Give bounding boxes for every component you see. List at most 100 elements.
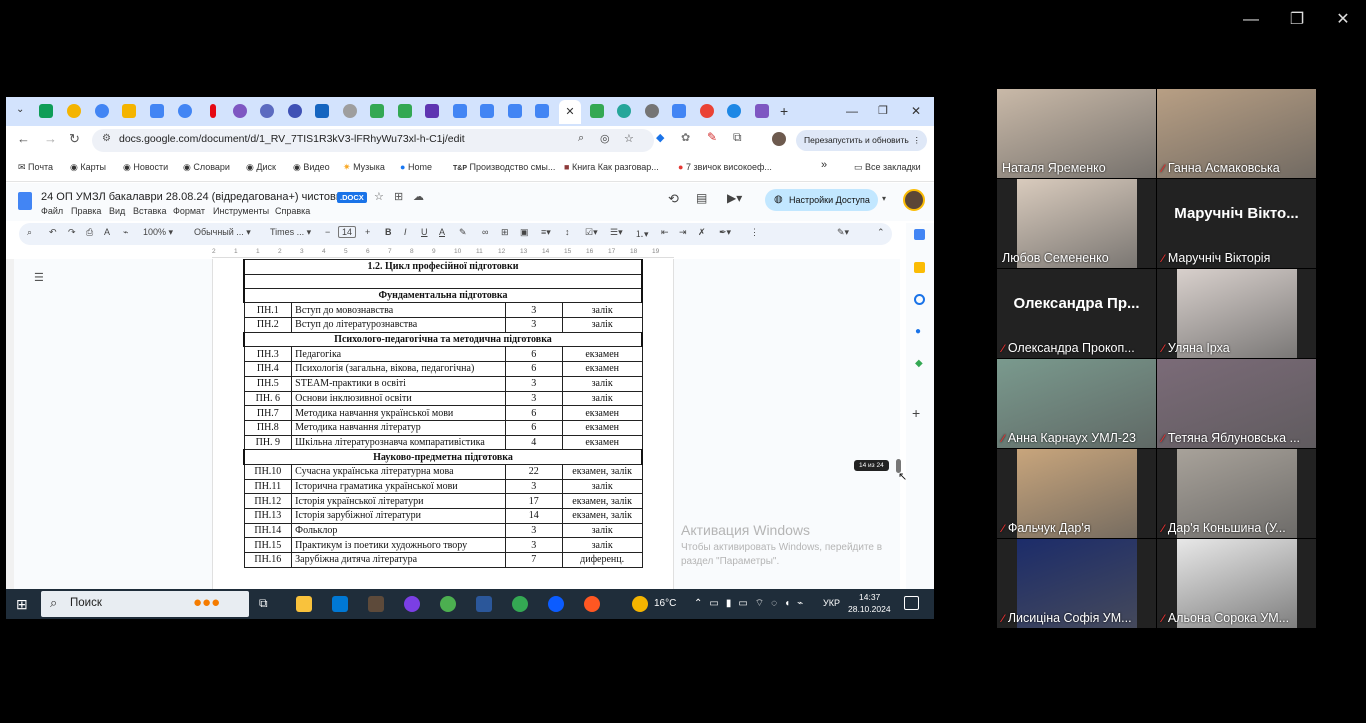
bookmark-mail[interactable]: ✉ Почта <box>18 162 53 173</box>
web-icon[interactable] <box>617 104 631 118</box>
reload-icon[interactable]: ↻ <box>69 131 80 147</box>
bookmark-news[interactable]: ◉ Новости <box>123 162 168 173</box>
bookmark-habits[interactable]: ● 7 звичок високоеф... <box>678 162 772 172</box>
clock-date[interactable]: 28.10.2024 <box>848 604 891 614</box>
docs-icon[interactable] <box>453 104 467 118</box>
menu-format[interactable]: Формат <box>173 206 205 216</box>
tray-icons[interactable]: ⌃▭▮▭⌔◌◖⌁ <box>694 597 810 610</box>
forms-icon[interactable] <box>755 104 769 118</box>
forward-icon[interactable]: → <box>44 131 57 146</box>
participant-tile[interactable]: Наталя Яременко <box>997 89 1156 178</box>
web-icon[interactable] <box>260 104 274 118</box>
drive-icon[interactable] <box>370 104 384 118</box>
task-view-icon[interactable]: ⧉ <box>259 596 275 612</box>
sheets-icon[interactable] <box>39 104 53 118</box>
undo-icon[interactable]: ↶ <box>49 227 57 238</box>
redo-icon[interactable]: ↷ <box>68 227 76 238</box>
google-icon[interactable] <box>700 104 714 118</box>
participant-tile[interactable]: ⁄ Тетяна Яблуновська ... <box>1157 359 1316 448</box>
calendar-icon[interactable] <box>914 229 925 240</box>
participant-tile[interactable]: ⁄ Ганна Асмаковська <box>1157 89 1316 178</box>
collapse-toolbar-icon[interactable]: ⌃ <box>877 227 885 238</box>
indent-increase-icon[interactable]: ⇥ <box>679 227 687 238</box>
language-indicator[interactable]: УКР <box>823 598 840 608</box>
history-icon[interactable]: ⟲ <box>668 191 679 207</box>
drive-icon[interactable] <box>590 104 604 118</box>
docs-icon[interactable] <box>150 104 164 118</box>
highlight-icon[interactable]: ✎ <box>459 227 467 238</box>
meet-icon[interactable]: ▶▾ <box>727 191 742 205</box>
bookmark-dictionaries[interactable]: ◉ Словари <box>183 162 230 173</box>
share-dropdown-icon[interactable]: ▾ <box>882 194 886 203</box>
site-info-icon[interactable]: ⚙ <box>102 133 111 144</box>
participant-tile[interactable]: Любов Семененко <box>997 179 1156 268</box>
bookmark-book[interactable]: ■ Книга Как разговар... <box>564 162 659 172</box>
keep-icon[interactable] <box>914 262 925 273</box>
zoom-icon[interactable]: ⌕ <box>578 132 584 145</box>
star-icon[interactable]: ☆ <box>374 190 384 203</box>
extension-icon[interactable]: ✿ <box>681 131 690 144</box>
font-size-decrease[interactable]: − <box>325 227 330 237</box>
tab-search-icon[interactable]: ⌄ <box>16 104 30 118</box>
clear-format-icon[interactable]: ✗ <box>698 227 706 238</box>
bookmark-star-icon[interactable]: ☆ <box>624 132 634 145</box>
outline-icon[interactable]: ☰ <box>34 271 44 284</box>
share-button[interactable]: ◍ Настройки Доступа <box>765 189 878 211</box>
comments-icon[interactable]: ▤ <box>696 191 707 205</box>
docs-icon[interactable] <box>535 104 549 118</box>
docs-icon[interactable] <box>95 104 109 118</box>
menu-file[interactable]: Файл <box>41 206 63 216</box>
numbered-list-icon[interactable]: ⒈▾ <box>635 227 649 240</box>
web-icon[interactable] <box>343 104 357 118</box>
browser-minimize-icon[interactable]: — <box>846 104 860 118</box>
bookmark-home[interactable]: ● Home <box>400 162 432 172</box>
all-bookmarks[interactable]: ▭ Все закладки <box>854 162 921 173</box>
pen-tool-icon[interactable]: ✒▾ <box>719 227 731 238</box>
participant-tile[interactable]: ⁄ Дар'я Коньшина (У... <box>1157 449 1316 538</box>
bookmark-video[interactable]: ◉ Видео <box>293 162 330 173</box>
relaunch-button[interactable]: Перезапустить и обновить ⋮ <box>796 130 927 151</box>
taskbar-search[interactable]: ⌕ Поиск ●●● <box>41 591 249 617</box>
participant-tile[interactable]: ⁄ Альона Сорока УМ... <box>1157 539 1316 628</box>
underline-icon[interactable]: U <box>421 227 428 237</box>
zoom-icon[interactable] <box>727 104 741 118</box>
more-bookmarks-icon[interactable]: » <box>821 159 827 171</box>
maps-icon[interactable]: ◆ <box>915 358 923 369</box>
close-button[interactable]: ✕ <box>1331 8 1355 32</box>
app-icon[interactable] <box>584 596 600 612</box>
new-tab-icon[interactable]: + <box>780 104 794 118</box>
document-title[interactable]: 24 ОП УМЗЛ бакалаври 28.08.24 (відредаго… <box>41 191 347 203</box>
image-icon[interactable]: ▣ <box>520 227 529 238</box>
menu-view[interactable]: Вид <box>109 206 125 216</box>
participant-tile[interactable]: ⁄ Уляна Ірха <box>1157 269 1316 358</box>
url-field[interactable]: ⚙ docs.google.com/document/d/1_RV_7TIS1R… <box>92 129 654 152</box>
web-icon[interactable] <box>288 104 302 118</box>
editing-mode-icon[interactable]: ✎▾ <box>837 227 849 238</box>
chrome-icon[interactable] <box>440 596 456 612</box>
docs-icon[interactable] <box>508 104 522 118</box>
docs-icon[interactable] <box>672 104 686 118</box>
font-select[interactable]: Times ... ▾ <box>270 227 311 238</box>
browser-restore-icon[interactable]: ❐ <box>878 104 892 118</box>
viber-icon[interactable] <box>404 596 420 612</box>
web-icon[interactable] <box>233 104 247 118</box>
chrome-icon[interactable] <box>512 596 528 612</box>
shield-icon[interactable] <box>425 104 439 118</box>
participant-tile[interactable]: Олександра Пр... ⁄ Олександра Прокоп... <box>997 269 1156 358</box>
store-icon[interactable] <box>332 596 348 612</box>
menu-edit[interactable]: Правка <box>71 206 101 216</box>
print-icon[interactable]: ⎙ <box>86 227 93 238</box>
start-icon[interactable]: ⊞ <box>16 596 28 613</box>
align-icon[interactable]: ≡▾ <box>541 227 551 238</box>
tasks-icon[interactable] <box>914 294 925 305</box>
checklist-icon[interactable]: ☑▾ <box>585 227 598 238</box>
active-tab-close-icon[interactable]: ✕ <box>559 100 581 124</box>
menu-tools[interactable]: Инструменты <box>213 206 269 216</box>
minimize-button[interactable]: — <box>1239 8 1263 32</box>
weather-icon[interactable] <box>632 596 648 612</box>
zoom-app-icon[interactable] <box>548 596 564 612</box>
paint-format-icon[interactable]: ⌁ <box>123 227 128 238</box>
search-icon[interactable]: ⌕ <box>27 227 32 238</box>
cloud-icon[interactable]: ☁ <box>413 190 424 203</box>
restore-button[interactable]: ❐ <box>1285 8 1309 32</box>
